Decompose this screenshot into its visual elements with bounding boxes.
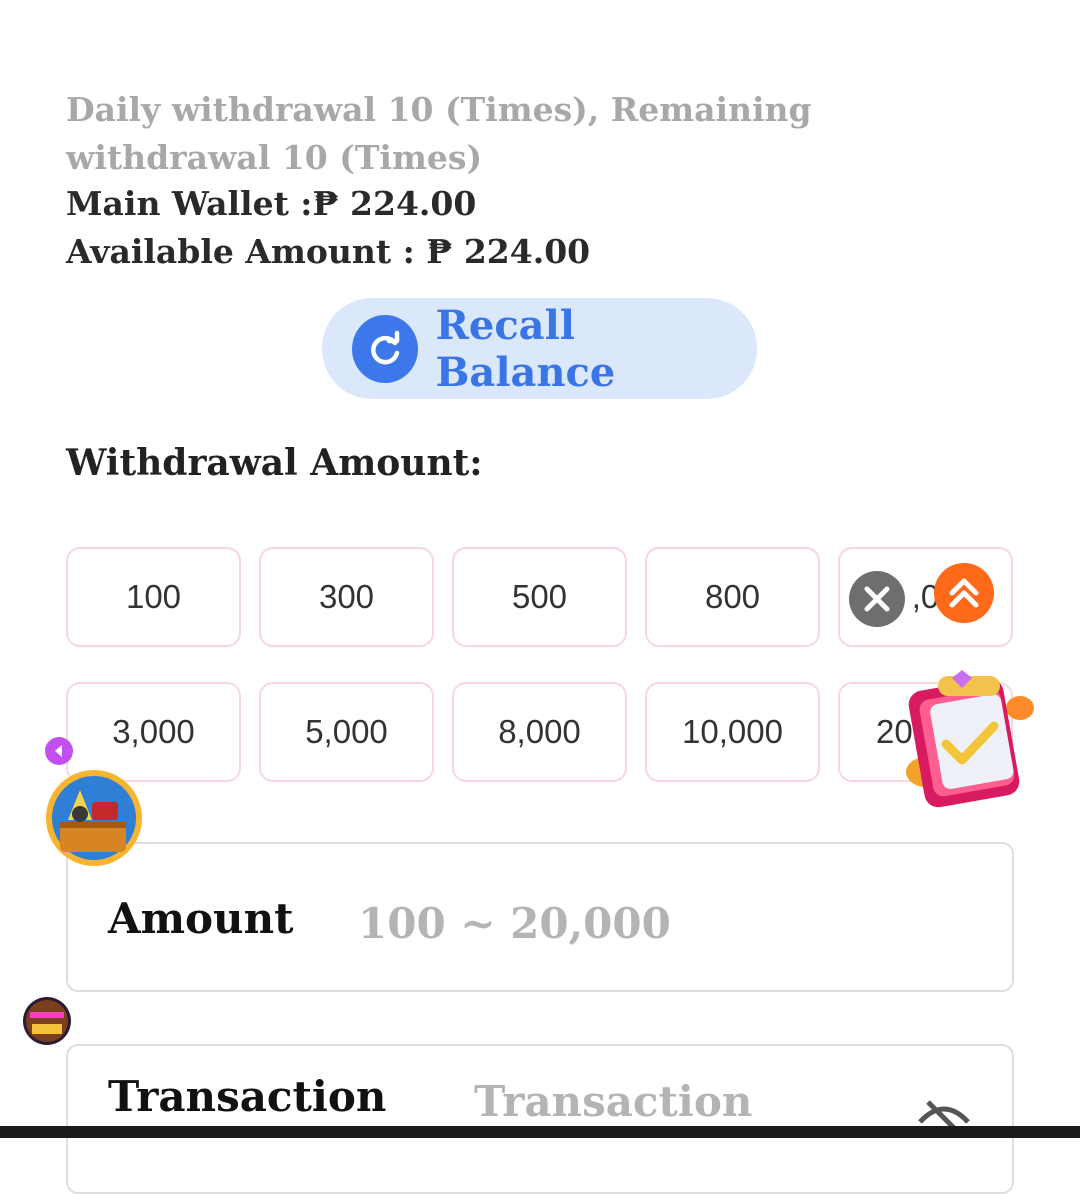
amount-label: Amount	[108, 894, 294, 943]
recall-balance-button[interactable]: Recall Balance	[322, 298, 757, 399]
close-icon[interactable]	[848, 570, 906, 632]
withdraw-limit-text: Daily withdrawal 10 (Times), Remaining w…	[66, 90, 812, 177]
bottom-edge-bar	[0, 1126, 1080, 1138]
amount-chip[interactable]: 800	[645, 547, 820, 647]
amount-field-card: Amount	[66, 842, 1014, 992]
transaction-label: Transaction	[108, 1072, 387, 1121]
main-wallet: Main Wallet :₱ 224.00	[66, 184, 476, 223]
transaction-password-input[interactable]	[472, 1070, 896, 1132]
amount-chip[interactable]: 5,000	[259, 682, 434, 782]
main-wallet-value: ₱ 224.00	[312, 184, 477, 223]
main-wallet-label: Main Wallet :	[66, 184, 313, 223]
amount-chip[interactable]: 10,000	[645, 682, 820, 782]
amount-chip[interactable]: 100	[66, 547, 241, 647]
amount-input[interactable]	[356, 892, 920, 954]
double-chevron-up-icon[interactable]	[934, 563, 994, 627]
withdrawal-amount-title: Withdrawal Amount:	[66, 442, 483, 484]
available-amount-label: Available Amount :	[66, 232, 427, 271]
mission-book-icon[interactable]	[896, 660, 1046, 814]
amount-chip[interactable]: 8,000	[452, 682, 627, 782]
amount-chip[interactable]: 500	[452, 547, 627, 647]
amount-chip[interactable]: 3,000	[66, 682, 241, 782]
available-amount-value: ₱ 224.00	[426, 232, 591, 271]
amount-chip[interactable]: 300	[259, 547, 434, 647]
transaction-field-card: Transaction	[66, 1044, 1014, 1194]
expand-arrow-icon[interactable]	[44, 736, 74, 770]
available-amount: Available Amount : ₱ 224.00	[66, 232, 590, 271]
refresh-icon	[352, 314, 418, 383]
jilipark-logo[interactable]	[22, 996, 72, 1050]
recall-balance-label: Recall Balance	[435, 301, 616, 396]
treasure-chest-icon[interactable]	[44, 768, 144, 872]
